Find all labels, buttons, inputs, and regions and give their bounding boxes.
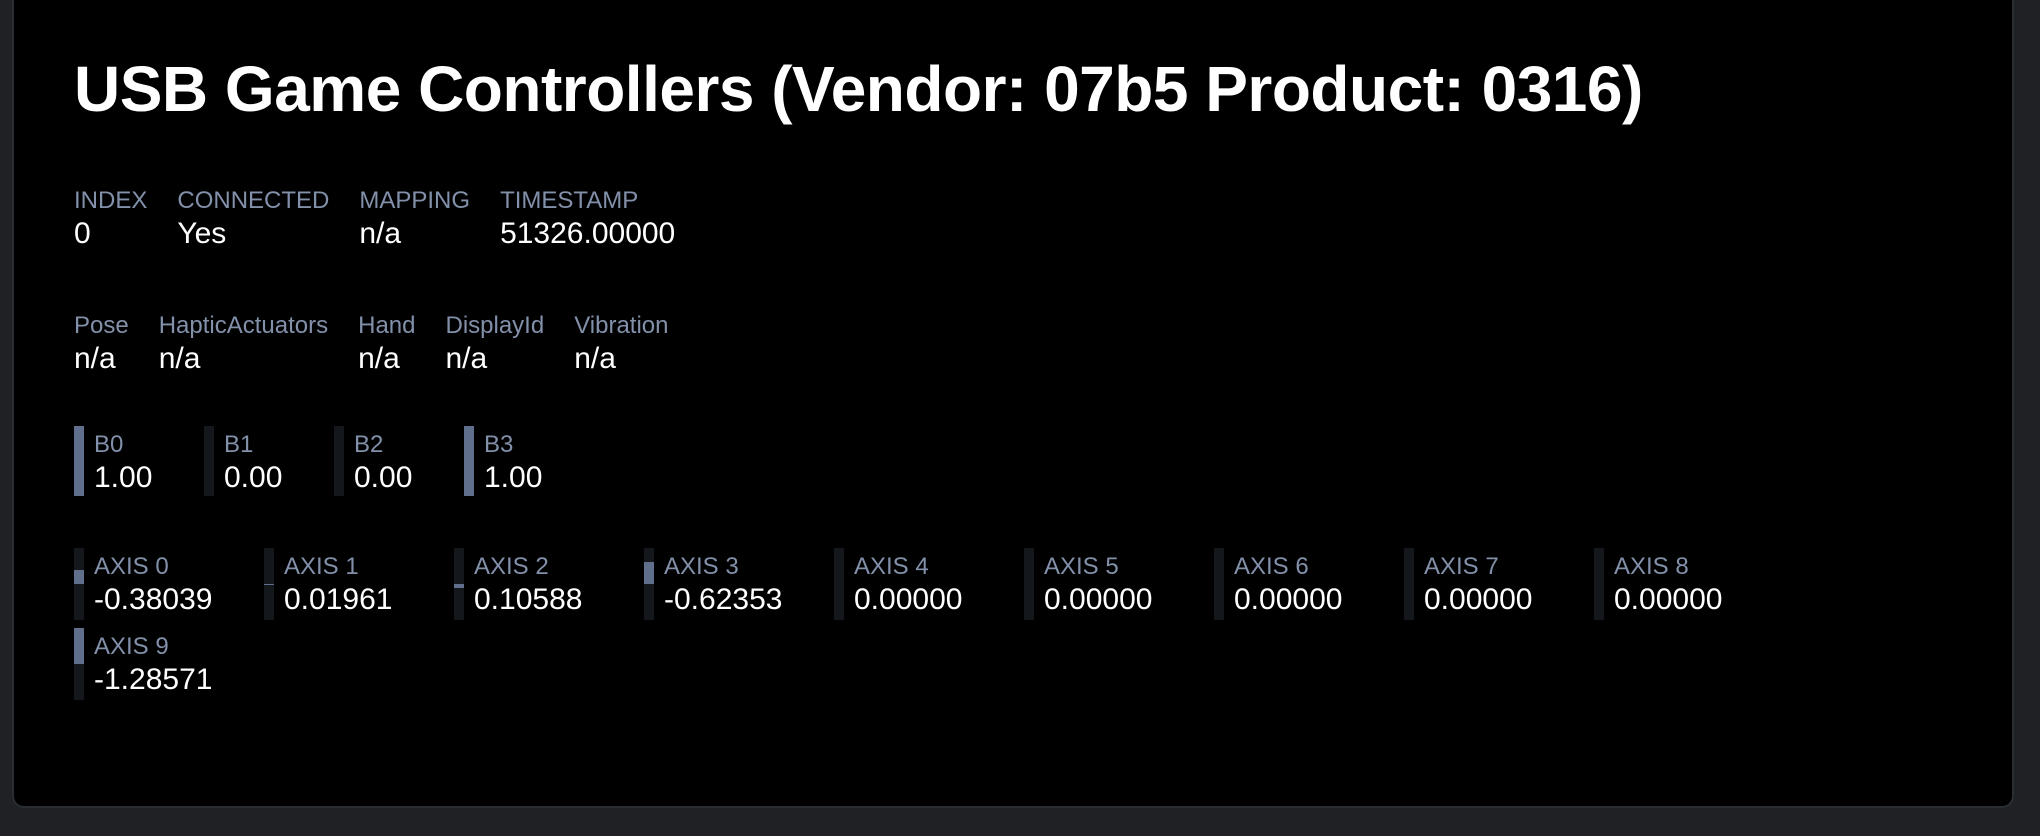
- info-value: n/a: [359, 217, 402, 250]
- button-label: B2: [354, 431, 384, 458]
- axis-label: AXIS 4: [854, 553, 929, 580]
- axis-6: AXIS 6 0.00000: [1214, 548, 1404, 620]
- axis-value: -0.62353: [664, 583, 783, 616]
- ext-haptic-actuators: HapticActuators n/a: [159, 311, 328, 377]
- ext-label: HapticActuators: [158, 312, 329, 339]
- info-label: CONNECTED: [177, 187, 330, 214]
- button-meter: [334, 426, 344, 496]
- axis-value: -1.28571: [94, 663, 213, 696]
- axis-meter: [454, 548, 464, 620]
- button-b2: B2 0.00: [334, 426, 464, 496]
- ext-pose: Pose n/a: [74, 311, 129, 377]
- ext-value: n/a: [74, 342, 116, 375]
- axis-8: AXIS 8 0.00000: [1594, 548, 1784, 620]
- button-label: B0: [94, 431, 124, 458]
- ext-vibration: Vibration n/a: [574, 311, 668, 377]
- axis-value: 0.01961: [284, 583, 393, 616]
- axis-value: -0.38039: [94, 583, 213, 616]
- button-value: 0.00: [354, 461, 413, 494]
- axes-row: AXIS 0 -0.38039 AXIS 1 0.01961 AXIS 2 0.…: [74, 548, 1784, 620]
- info-label: TIMESTAMP: [500, 187, 639, 214]
- axis-value: 0.00000: [1424, 583, 1533, 616]
- button-label: B1: [224, 431, 254, 458]
- info-timestamp: TIMESTAMP 51326.00000: [500, 186, 675, 252]
- button-b0: B0 1.00: [74, 426, 204, 496]
- gamepad-panel: USB Game Controllers (Vendor: 07b5 Produ…: [14, 0, 2012, 806]
- axis-label: AXIS 2: [474, 553, 549, 580]
- button-b1: B1 0.00: [204, 426, 334, 496]
- ext-display-id: DisplayId n/a: [445, 311, 544, 377]
- axis-label: AXIS 5: [1044, 553, 1119, 580]
- button-meter: [74, 426, 84, 496]
- button-meter: [464, 426, 474, 496]
- axis-label: AXIS 8: [1614, 553, 1689, 580]
- ext-value: n/a: [158, 342, 201, 375]
- axis-label: AXIS 9: [94, 633, 169, 660]
- button-label: B3: [484, 431, 514, 458]
- axis-meter-fill: [74, 628, 84, 664]
- axis-label: AXIS 1: [284, 553, 359, 580]
- buttons-row: B0 1.00 B1 0.00 B2 0.00 B3 1.00: [74, 426, 594, 496]
- axis-meter: [264, 548, 274, 620]
- axis-value: 0.10588: [474, 583, 583, 616]
- axis-meter: [1024, 548, 1034, 620]
- axis-1: AXIS 1 0.01961: [264, 548, 454, 620]
- ext-label: Hand: [358, 312, 416, 339]
- info-index: INDEX 0: [74, 186, 147, 252]
- axis-value: 0.00000: [1044, 583, 1153, 616]
- ext-hand: Hand n/a: [358, 311, 415, 377]
- axis-meter: [834, 548, 844, 620]
- info-connected: CONNECTED Yes: [177, 186, 329, 252]
- axis-label: AXIS 0: [94, 553, 169, 580]
- axis-value: 0.00000: [1614, 583, 1723, 616]
- button-meter-fill: [464, 426, 474, 496]
- axis-label: AXIS 3: [664, 553, 739, 580]
- button-meter: [204, 426, 214, 496]
- axis-meter: [74, 548, 84, 620]
- axis-meter-fill: [644, 561, 654, 584]
- button-meter-fill: [74, 426, 84, 496]
- ext-label: Pose: [74, 312, 129, 339]
- extensions-row: Pose n/a HapticActuators n/a Hand n/a Di…: [74, 311, 699, 377]
- axis-3: AXIS 3 -0.62353: [644, 548, 834, 620]
- info-label: MAPPING: [359, 187, 471, 214]
- axis-meter: [1594, 548, 1604, 620]
- axis-meter: [644, 548, 654, 620]
- ext-label: DisplayId: [445, 312, 545, 339]
- button-b3: B3 1.00: [464, 426, 594, 496]
- info-row: INDEX 0 CONNECTED Yes MAPPING n/a TIMEST…: [74, 186, 705, 252]
- axis-meter: [1214, 548, 1224, 620]
- axis-meter-fill: [454, 584, 464, 588]
- axis-meter-fill: [74, 570, 84, 584]
- axis-5: AXIS 5 0.00000: [1024, 548, 1214, 620]
- page-title: USB Game Controllers (Vendor: 07b5 Produ…: [74, 53, 1643, 125]
- info-value: 51326.00000: [500, 217, 676, 250]
- axis-meter-fill: [264, 584, 274, 585]
- axis-meter: [1404, 548, 1414, 620]
- ext-value: n/a: [358, 342, 400, 375]
- info-mapping: MAPPING n/a: [359, 186, 470, 252]
- axis-label: AXIS 6: [1234, 553, 1309, 580]
- axis-meter: [74, 628, 84, 700]
- button-value: 1.00: [484, 461, 543, 494]
- info-value: Yes: [177, 217, 227, 250]
- button-value: 1.00: [94, 461, 153, 494]
- axis-4: AXIS 4 0.00000: [834, 548, 1024, 620]
- axis-value: 0.00000: [854, 583, 963, 616]
- ext-value: n/a: [574, 342, 616, 375]
- ext-label: Vibration: [574, 312, 669, 339]
- ext-value: n/a: [445, 342, 488, 375]
- axis-9: AXIS 9 -1.28571: [74, 628, 264, 700]
- axis-value: 0.00000: [1234, 583, 1343, 616]
- axis-0: AXIS 0 -0.38039: [74, 548, 264, 620]
- button-value: 0.00: [224, 461, 283, 494]
- info-value: 0: [74, 217, 91, 250]
- axes-row-2: AXIS 9 -1.28571: [74, 628, 264, 700]
- axis-7: AXIS 7 0.00000: [1404, 548, 1594, 620]
- axis-label: AXIS 7: [1424, 553, 1499, 580]
- axis-2: AXIS 2 0.10588: [454, 548, 644, 620]
- info-label: INDEX: [74, 187, 148, 214]
